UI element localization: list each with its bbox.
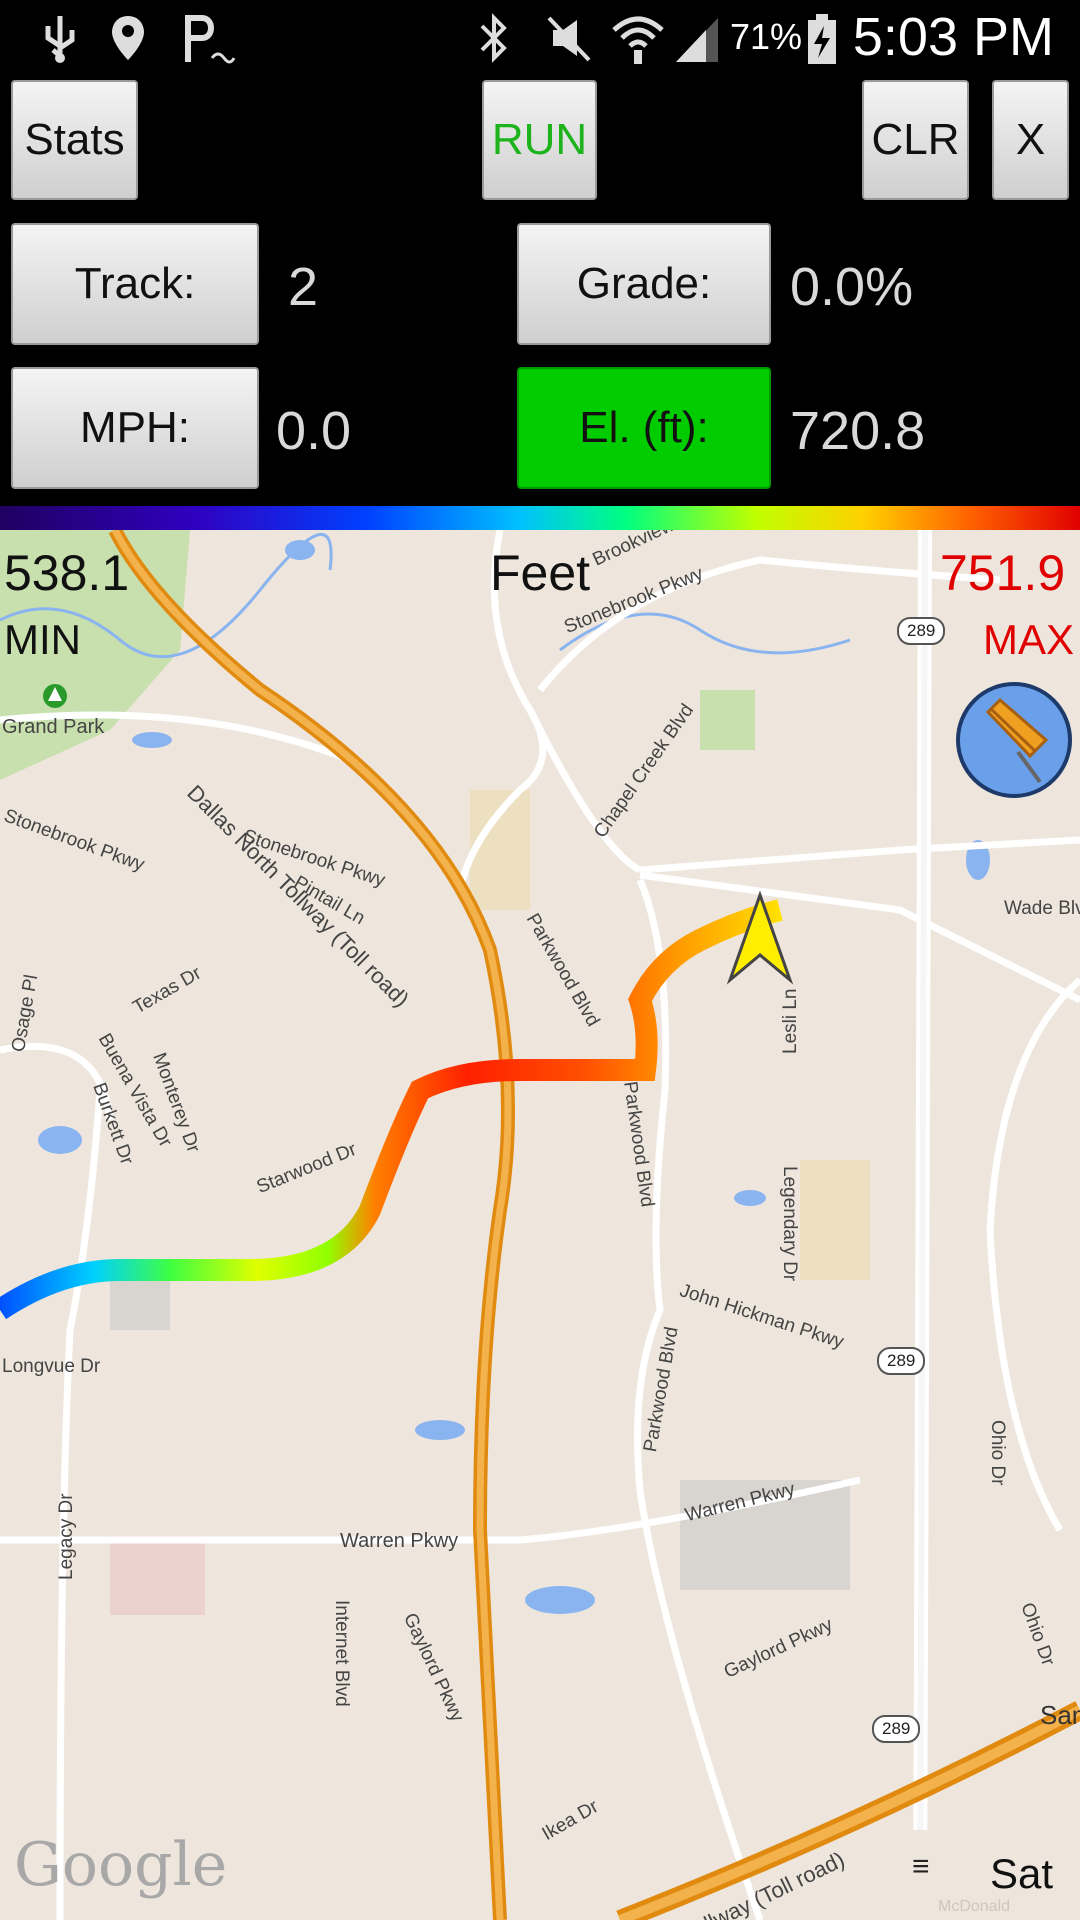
elevation-unit-label: Feet xyxy=(490,545,591,601)
menu-icon[interactable]: ≡ xyxy=(912,1850,930,1884)
map-label: Longvue Dr xyxy=(2,1356,101,1377)
satellite-toggle[interactable]: Sat xyxy=(990,1850,1053,1898)
pin-button[interactable] xyxy=(958,684,1070,796)
battery-charging-icon xyxy=(808,14,836,64)
map-label: Sam xyxy=(1040,1700,1080,1730)
map-watermark: McDonald xyxy=(938,1898,1011,1915)
map-label: Grand Park xyxy=(2,716,105,738)
elevation-min-value: 538.1 xyxy=(4,545,130,601)
google-logo: Google xyxy=(14,1830,228,1900)
elevation-max-value: 751.9 xyxy=(940,545,1066,601)
map-label: Legendary Dr xyxy=(779,1166,800,1282)
map-controls: ≡ Sat McDonald xyxy=(894,1830,1080,1920)
map-view[interactable]: 538.1 MIN Feet 751.9 MAX Grand Park Ston… xyxy=(0,530,1080,1920)
bluetooth-icon xyxy=(480,13,507,63)
clear-button[interactable]: CLR xyxy=(862,80,969,200)
close-button[interactable]: X xyxy=(992,80,1069,200)
map-label: Legacy Dr xyxy=(56,1493,77,1580)
battery-percent: 71% xyxy=(730,16,803,57)
elevation-max-label: MAX xyxy=(983,616,1075,663)
status-bar: 71% 5:03 PM xyxy=(0,0,1080,75)
route-shield: 289 xyxy=(882,1719,911,1738)
map-label: Internet Blvd xyxy=(331,1600,352,1707)
location-pin-icon xyxy=(112,16,144,60)
mute-icon xyxy=(547,16,591,62)
elevation-value: 720.8 xyxy=(790,401,926,461)
elevation-color-scale xyxy=(0,506,1080,530)
run-button[interactable]: RUN xyxy=(482,80,597,200)
map-background xyxy=(0,530,1080,1920)
route-shield: 289 xyxy=(907,621,936,640)
grade-button[interactable]: Grade: xyxy=(517,223,771,345)
parking-icon xyxy=(185,15,236,64)
mph-value: 0.0 xyxy=(276,401,352,461)
clock: 5:03 PM xyxy=(852,7,1054,67)
track-button[interactable]: Track: xyxy=(11,223,259,345)
elevation-min-label: MIN xyxy=(4,616,81,663)
route-shield: 289 xyxy=(887,1351,916,1370)
usb-icon xyxy=(45,16,75,63)
elevation-button[interactable]: El. (ft): xyxy=(517,367,771,489)
signal-icon xyxy=(676,18,718,62)
grade-value: 0.0% xyxy=(790,257,914,317)
mph-button[interactable]: MPH: xyxy=(11,367,259,489)
stats-button[interactable]: Stats xyxy=(11,80,138,200)
map-label: Wade Blvd xyxy=(1004,898,1080,919)
wifi-icon xyxy=(612,16,664,64)
map-label: Lesli Ln xyxy=(780,988,801,1055)
map-label: Ohio Dr xyxy=(987,1420,1008,1486)
map-label: Warren Pkwy xyxy=(340,1530,459,1552)
track-value: 2 xyxy=(288,257,319,317)
